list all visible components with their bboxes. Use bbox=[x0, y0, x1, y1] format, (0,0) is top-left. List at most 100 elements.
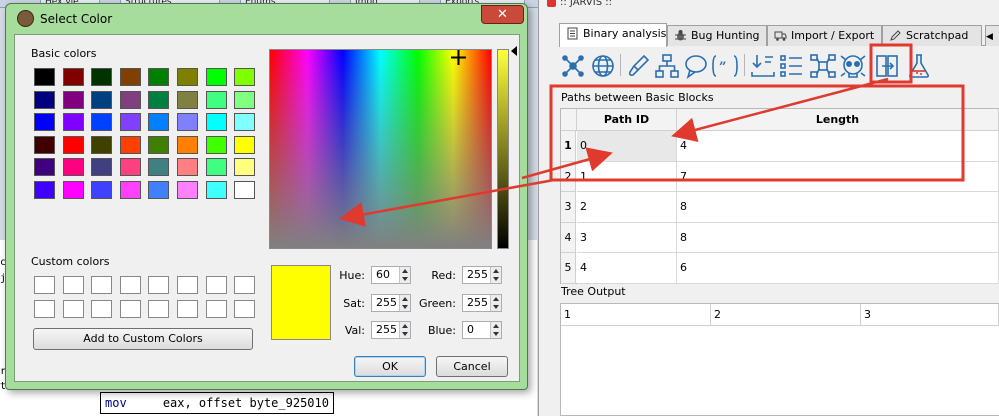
basic-color-swatch[interactable] bbox=[177, 135, 198, 154]
custom-color-slot[interactable] bbox=[62, 276, 84, 294]
custom-color-slot[interactable] bbox=[148, 276, 170, 294]
cancel-button[interactable]: Cancel bbox=[436, 356, 508, 377]
sat-spinbox[interactable]: 255 bbox=[371, 294, 411, 312]
basic-color-swatch[interactable] bbox=[62, 113, 84, 132]
spin-arrows-icon[interactable] bbox=[399, 322, 410, 338]
path-id-cell[interactable]: 0 bbox=[577, 131, 677, 162]
tree-column-header[interactable]: 1 bbox=[561, 304, 711, 326]
basic-color-swatch[interactable] bbox=[62, 135, 84, 154]
basic-color-swatch[interactable] bbox=[177, 181, 198, 199]
length-cell[interactable]: 8 bbox=[677, 222, 999, 253]
basic-color-swatch[interactable] bbox=[91, 68, 113, 86]
tb-graph-button[interactable] bbox=[809, 52, 837, 80]
basic-color-swatch[interactable] bbox=[234, 135, 256, 154]
custom-color-slot[interactable] bbox=[119, 276, 141, 294]
tb-paths-button[interactable] bbox=[873, 52, 901, 80]
basic-color-swatch[interactable] bbox=[34, 181, 55, 199]
tb-list-button[interactable] bbox=[778, 52, 806, 80]
spin-arrows-icon[interactable] bbox=[490, 295, 501, 311]
red-spinbox[interactable]: 255 bbox=[462, 266, 502, 284]
col-header-length[interactable]: Length bbox=[677, 109, 999, 131]
basic-color-swatch[interactable] bbox=[91, 90, 113, 109]
tree-column-header[interactable]: 2 bbox=[711, 304, 861, 326]
tb-brush-button[interactable] bbox=[624, 52, 652, 80]
luminance-slider[interactable] bbox=[497, 49, 509, 249]
col-header-path-id[interactable]: Path ID bbox=[577, 109, 677, 131]
basic-color-swatch[interactable] bbox=[91, 158, 113, 177]
basic-color-swatch[interactable] bbox=[205, 113, 227, 132]
basic-color-swatch[interactable] bbox=[119, 90, 141, 109]
tab-binary-analysis[interactable]: Binary analysis bbox=[559, 23, 667, 47]
basic-color-swatch[interactable] bbox=[62, 181, 84, 199]
tb-download-sort-button[interactable] bbox=[749, 52, 777, 80]
custom-color-slot[interactable] bbox=[177, 300, 198, 318]
basic-color-swatch[interactable] bbox=[205, 181, 227, 199]
basic-color-swatch[interactable] bbox=[205, 158, 227, 177]
basic-color-swatch[interactable] bbox=[119, 135, 141, 154]
tb-network-button[interactable] bbox=[559, 52, 587, 80]
custom-color-slot[interactable] bbox=[62, 300, 84, 318]
tab-import-export[interactable]: Import / Export bbox=[767, 25, 882, 46]
basic-color-swatch[interactable] bbox=[177, 158, 198, 177]
custom-color-slot[interactable] bbox=[234, 276, 256, 294]
basic-color-swatch[interactable] bbox=[34, 90, 55, 109]
spin-arrows-icon[interactable] bbox=[490, 322, 501, 338]
tree-output[interactable]: 1 2 3 bbox=[560, 303, 999, 416]
basic-color-swatch[interactable] bbox=[34, 135, 55, 154]
basic-color-swatch[interactable] bbox=[119, 158, 141, 177]
length-cell[interactable]: 6 bbox=[677, 253, 999, 284]
custom-color-slot[interactable] bbox=[148, 300, 170, 318]
color-spectrum[interactable] bbox=[269, 49, 492, 249]
blue-spinbox[interactable]: 0 bbox=[462, 321, 502, 339]
basic-color-swatch[interactable] bbox=[34, 113, 55, 132]
basic-color-swatch[interactable] bbox=[148, 181, 170, 199]
basic-color-swatch[interactable] bbox=[234, 68, 256, 86]
custom-color-slot[interactable] bbox=[34, 300, 55, 318]
tree-column-header[interactable]: 3 bbox=[861, 304, 999, 326]
basic-color-swatch[interactable] bbox=[34, 158, 55, 177]
row-header[interactable]: 2 bbox=[561, 161, 576, 192]
val-spinbox[interactable]: 255 bbox=[371, 321, 411, 339]
add-to-custom-colors-button[interactable]: Add to Custom Colors bbox=[33, 328, 253, 350]
hue-spinbox[interactable]: 60 bbox=[371, 266, 411, 284]
green-spinbox[interactable]: 255 bbox=[462, 294, 502, 312]
custom-color-slot[interactable] bbox=[234, 300, 256, 318]
tb-quote-button[interactable]: ” bbox=[711, 52, 739, 80]
close-button[interactable]: ✕ bbox=[481, 5, 524, 24]
basic-color-swatch[interactable] bbox=[119, 68, 141, 86]
tab-scratchpad[interactable]: Scratchpad bbox=[882, 25, 982, 46]
basic-color-swatch[interactable] bbox=[119, 181, 141, 199]
basic-color-swatch[interactable] bbox=[119, 113, 141, 132]
basic-color-swatch[interactable] bbox=[148, 158, 170, 177]
custom-color-slot[interactable] bbox=[205, 300, 227, 318]
path-id-cell[interactable]: 2 bbox=[577, 192, 677, 223]
basic-color-swatch[interactable] bbox=[148, 68, 170, 86]
basic-color-swatch[interactable] bbox=[205, 90, 227, 109]
basic-color-swatch[interactable] bbox=[177, 90, 198, 109]
basic-color-swatch[interactable] bbox=[234, 90, 256, 109]
length-cell[interactable]: 7 bbox=[677, 161, 999, 192]
custom-color-slot[interactable] bbox=[91, 276, 113, 294]
path-id-cell[interactable]: 4 bbox=[577, 253, 677, 284]
basic-color-swatch[interactable] bbox=[234, 113, 256, 132]
paths-table[interactable]: Path ID Length 104217328438546 bbox=[560, 108, 999, 284]
custom-color-slot[interactable] bbox=[119, 300, 141, 318]
basic-color-swatch[interactable] bbox=[62, 158, 84, 177]
length-cell[interactable]: 8 bbox=[677, 192, 999, 223]
basic-color-swatch[interactable] bbox=[91, 113, 113, 132]
basic-color-swatch[interactable] bbox=[148, 135, 170, 154]
row-header[interactable]: 1 bbox=[561, 131, 576, 162]
spin-arrows-icon[interactable] bbox=[399, 295, 410, 311]
custom-color-slot[interactable] bbox=[177, 276, 198, 294]
spin-arrows-icon[interactable] bbox=[490, 267, 501, 283]
basic-color-swatch[interactable] bbox=[91, 181, 113, 199]
basic-color-swatch[interactable] bbox=[91, 135, 113, 154]
tb-skull-button[interactable] bbox=[839, 52, 867, 80]
basic-color-swatch[interactable] bbox=[62, 90, 84, 109]
basic-color-swatch[interactable] bbox=[177, 68, 198, 86]
ok-button[interactable]: OK bbox=[354, 356, 426, 377]
basic-color-swatch[interactable] bbox=[177, 113, 198, 132]
luminance-pointer-icon[interactable] bbox=[511, 46, 517, 56]
basic-color-swatch[interactable] bbox=[62, 68, 84, 86]
basic-color-swatch[interactable] bbox=[148, 113, 170, 132]
